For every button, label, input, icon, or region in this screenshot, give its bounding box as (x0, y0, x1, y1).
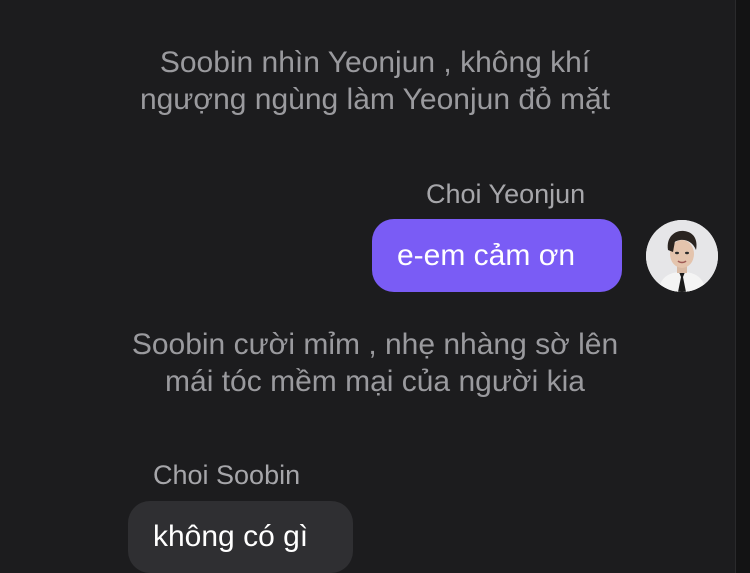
narration-text: Soobin cười mỉm , nhẹ nhàng sờ lên mái t… (0, 326, 750, 400)
avatar[interactable] (646, 220, 718, 292)
message-text: e-em cảm ơn (397, 238, 576, 272)
sender-name-soobin: Choi Soobin (153, 460, 301, 490)
narration-line: mái tóc mềm mại của người kia (165, 365, 585, 398)
narration-line: Soobin nhìn Yeonjun , không khí (159, 46, 591, 79)
narration-line: Soobin cười mỉm , nhẹ nhàng sờ lên (131, 328, 619, 361)
message-text: không có gì (153, 520, 309, 553)
sender-name-yeonjun: Choi Yeonjun (426, 179, 586, 209)
message-bubble-incoming[interactable]: không có gì (128, 501, 353, 573)
scroll-edge (735, 0, 750, 573)
avatar-photo (646, 220, 718, 292)
message-bubble-outgoing[interactable]: e-em cảm ơn (372, 219, 622, 292)
chat-story-view: Soobin nhìn Yeonjun , không khí ngượng n… (0, 0, 750, 573)
narration-line: ngượng ngùng làm Yeonjun đỏ mặt (139, 83, 611, 116)
narration-text: Soobin nhìn Yeonjun , không khí ngượng n… (0, 44, 750, 118)
